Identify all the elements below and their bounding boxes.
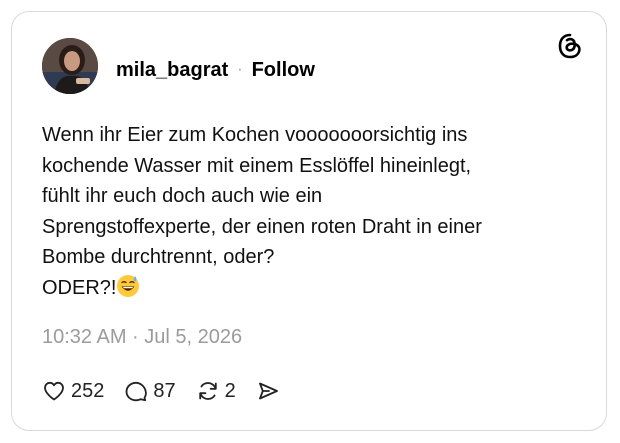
post-timestamp[interactable]: 10:32 AM · Jul 5, 2026 <box>42 326 242 349</box>
repost-count: 2 <box>224 379 236 402</box>
avatar-photo <box>42 38 98 94</box>
post-body: Wenn ihr Eier zum Kochen vooooooorsichti… <box>42 124 482 299</box>
like-count: 252 <box>71 379 105 402</box>
share-button[interactable] <box>256 379 285 403</box>
send-icon <box>258 382 278 400</box>
threads-logo-icon[interactable] <box>556 32 584 60</box>
heart-icon <box>44 381 64 401</box>
like-button[interactable]: 252 <box>42 379 104 403</box>
action-bar: 252 87 2 <box>42 376 305 406</box>
post-text: Wenn ihr Eier zum Kochen vooooooorsichti… <box>42 120 582 303</box>
threads-post-card: mila_bagrat · Follow Wenn ihr Eier zum K… <box>11 11 607 431</box>
comment-bubble-icon <box>125 381 148 402</box>
follow-button[interactable]: Follow <box>252 59 315 82</box>
post-header: mila_bagrat · Follow <box>116 56 315 84</box>
grinning-face-with-sweat-icon <box>116 274 140 298</box>
username[interactable]: mila_bagrat <box>116 59 228 82</box>
reply-button[interactable]: 87 <box>124 379 176 403</box>
reply-count: 87 <box>153 379 176 402</box>
avatar[interactable] <box>42 38 98 94</box>
repost-icon <box>198 382 217 400</box>
header-separator: · <box>237 61 243 78</box>
repost-button[interactable]: 2 <box>196 379 236 403</box>
